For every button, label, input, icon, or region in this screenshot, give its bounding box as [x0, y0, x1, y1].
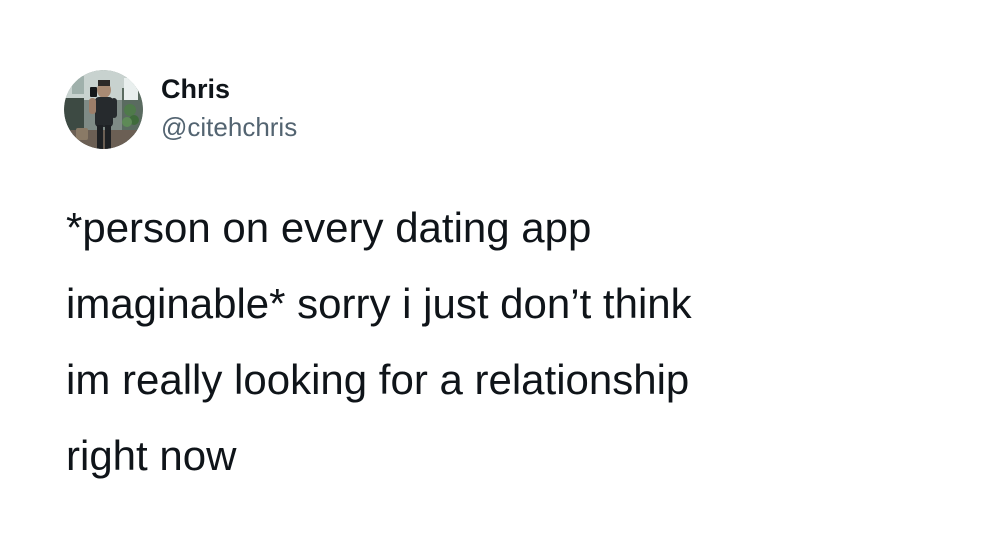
- tweet-text: *person on every dating app imaginable* …: [66, 204, 692, 479]
- author-names: Chris @citehchris: [161, 72, 297, 144]
- tweet-card: Chris @citehchris *person on every datin…: [0, 0, 996, 546]
- author-display-name[interactable]: Chris: [161, 72, 297, 106]
- tweet-header: Chris @citehchris: [64, 69, 297, 149]
- author-handle[interactable]: @citehchris: [161, 110, 297, 144]
- avatar[interactable]: [64, 69, 143, 149]
